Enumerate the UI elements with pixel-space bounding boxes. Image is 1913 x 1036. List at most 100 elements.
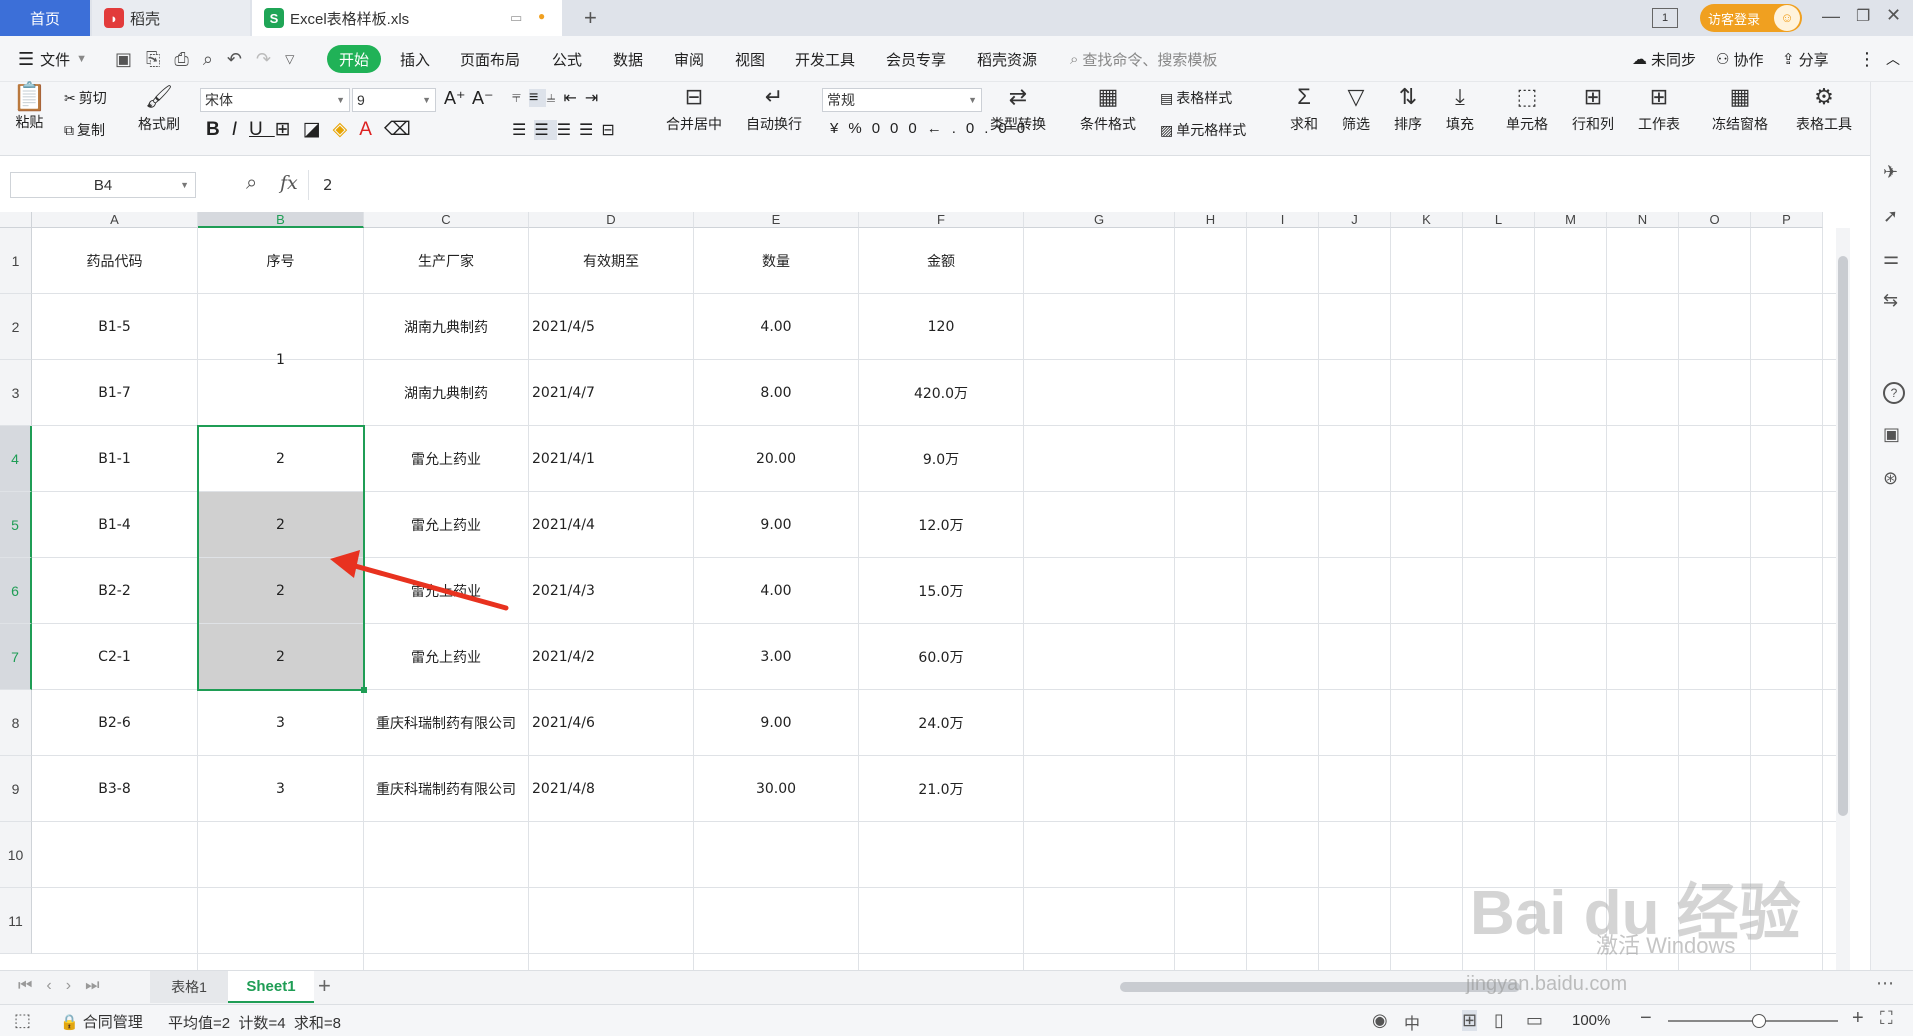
align-center-icon[interactable]: ☰ <box>534 120 557 140</box>
paste-button[interactable]: 📋 粘贴 <box>12 83 47 132</box>
zoom-in-icon[interactable]: + <box>1852 1007 1864 1030</box>
menu-item-insert[interactable]: 插入 <box>400 36 430 82</box>
align-bottom-icon[interactable]: ⫨ <box>546 89 563 107</box>
more-options-icon[interactable]: ⋮ <box>1858 36 1876 82</box>
menu-item-data[interactable]: 数据 <box>613 36 643 82</box>
cell-d6[interactable]: 2021/4/3 <box>529 558 694 624</box>
add-sheet-icon[interactable]: + <box>318 973 331 999</box>
guest-login-button[interactable]: 访客登录 ☺ <box>1700 4 1802 32</box>
cell-a6[interactable]: B2-2 <box>32 558 198 624</box>
row-header-5[interactable]: 5 <box>0 492 32 558</box>
percent-icon[interactable]: % <box>848 120 871 137</box>
formula-input[interactable]: 2 <box>308 170 1864 200</box>
table-style-button[interactable]: ▤ 表格样式 <box>1160 88 1232 108</box>
format-painter-button[interactable]: 🖌 格式刷 <box>138 86 180 134</box>
worksheet-button[interactable]: ⊞ 工作表 <box>1638 86 1680 134</box>
type-convert-button[interactable]: ⇄ 类型转换 <box>990 86 1046 134</box>
cell-b4[interactable]: 2 <box>198 426 364 492</box>
tab-document[interactable]: S Excel表格样板.xls ▭ ● <box>252 0 562 36</box>
indent-decrease-icon[interactable]: ⇤ <box>563 88 584 108</box>
sync-button[interactable]: ☁ 未同步 <box>1632 36 1696 82</box>
column-header-g[interactable]: G <box>1024 212 1175 228</box>
page-layout-view-icon[interactable]: ▯ <box>1494 1010 1504 1031</box>
function-icon[interactable]: fx <box>280 172 298 194</box>
horizontal-scrollbar[interactable] <box>1090 979 1830 995</box>
cell-d9[interactable]: 2021/4/8 <box>529 756 694 822</box>
cell-a2[interactable]: B1-5 <box>32 294 198 360</box>
cell-f8[interactable]: 24.0万 <box>859 690 1024 756</box>
zoom-formula-icon[interactable]: ⌕ <box>246 172 257 195</box>
zoom-out-icon[interactable]: − <box>1640 1007 1652 1030</box>
font-family-select[interactable]: 宋体 ▼ <box>200 88 350 112</box>
freeze-panes-button[interactable]: ▦ 冻结窗格 <box>1712 86 1768 134</box>
column-header-c[interactable]: C <box>364 212 529 228</box>
cell-e8[interactable]: 9.00 <box>694 690 859 756</box>
tab-daoke[interactable]: ◗ 稻壳 <box>92 0 250 36</box>
cell-a4[interactable]: B1-1 <box>32 426 198 492</box>
row-header-7[interactable]: 7 <box>0 624 32 690</box>
cell-fill-icon[interactable]: ◪ <box>303 118 333 141</box>
distributed-icon[interactable]: ⊟ <box>601 120 622 140</box>
row-header-11[interactable]: 11 <box>0 888 32 954</box>
cell-a9[interactable]: B3-8 <box>32 756 198 822</box>
align-left-icon[interactable]: ☰ <box>512 120 534 140</box>
menu-item-member[interactable]: 会员专享 <box>886 36 946 82</box>
column-header-i[interactable]: I <box>1247 212 1319 228</box>
name-box[interactable]: B4 ▼ <box>10 172 196 198</box>
menu-item-developer[interactable]: 开发工具 <box>795 36 855 82</box>
zoom-slider[interactable] <box>1668 1014 1838 1028</box>
column-header-h[interactable]: H <box>1175 212 1247 228</box>
fullscreen-icon[interactable]: ⛶ <box>1880 1008 1893 1029</box>
cell-f7[interactable]: 60.0万 <box>859 624 1024 690</box>
menu-item-page-layout[interactable]: 页面布局 <box>460 36 520 82</box>
last-sheet-icon[interactable]: ⏭ <box>85 977 113 994</box>
normal-view-icon[interactable]: ⊞ <box>1462 1010 1478 1031</box>
clear-format-icon[interactable]: ⌫ <box>384 118 423 141</box>
eye-protect-icon[interactable]: ◉ <box>1372 1010 1388 1031</box>
sheet-tab-table1[interactable]: 表格1 <box>150 971 228 1003</box>
highlight-icon[interactable]: ◈ <box>333 118 360 141</box>
tab-home[interactable]: 首页 <box>0 0 90 36</box>
cell-c9[interactable]: 重庆科瑞制药有限公司 <box>364 756 529 822</box>
align-top-icon[interactable]: ⫧ <box>512 89 529 107</box>
sort-button[interactable]: ⇅ 排序 <box>1394 86 1422 134</box>
justify-icon[interactable]: ☰ <box>579 120 601 140</box>
prev-sheet-icon[interactable]: ‹ <box>46 977 65 994</box>
cell-style-button[interactable]: ▨ 单元格样式 <box>1160 120 1246 140</box>
window-count-badge[interactable]: 1 <box>1652 8 1678 28</box>
underline-icon[interactable]: U <box>249 119 275 141</box>
cell-d8[interactable]: 2021/4/6 <box>529 690 694 756</box>
decimal-increase-icon[interactable]: ←.0 <box>927 120 985 137</box>
sheet-more-icon[interactable]: ⋯ <box>1876 973 1894 994</box>
page-break-view-icon[interactable]: ▭ <box>1526 1010 1543 1031</box>
sheet-tab-sheet1[interactable]: Sheet1 <box>228 971 314 1003</box>
font-size-select[interactable]: 9 ▼ <box>352 88 436 112</box>
cell-f9[interactable]: 21.0万 <box>859 756 1024 822</box>
row-header-6[interactable]: 6 <box>0 558 32 624</box>
macro-icon[interactable]: ⬚ <box>14 1010 31 1031</box>
cell-c1[interactable]: 生产厂家 <box>364 228 529 294</box>
thousands-icon[interactable]: 000 <box>872 120 927 137</box>
currency-icon[interactable]: ¥ <box>830 120 848 137</box>
undo-icon[interactable]: ↶ <box>227 49 256 70</box>
new-tab-button[interactable]: + <box>572 0 597 36</box>
help-icon[interactable]: ? <box>1883 382 1905 404</box>
row-header-10[interactable]: 10 <box>0 822 32 888</box>
cell-f6[interactable]: 15.0万 <box>859 558 1024 624</box>
row-header-9[interactable]: 9 <box>0 756 32 822</box>
next-sheet-icon[interactable]: › <box>66 977 85 994</box>
share-button[interactable]: ⇪ 分享 <box>1782 36 1829 82</box>
minimize-icon[interactable]: — <box>1822 6 1840 27</box>
cell-b9[interactable]: 3 <box>198 756 364 822</box>
border-icon[interactable]: ⊞ <box>275 118 303 141</box>
cell-a8[interactable]: B2-6 <box>32 690 198 756</box>
align-middle-icon[interactable]: ≡ <box>529 89 547 107</box>
menu-item-view[interactable]: 视图 <box>735 36 765 82</box>
cell-f2[interactable]: 120 <box>859 294 1024 360</box>
horizontal-scroll-thumb[interactable] <box>1120 982 1520 992</box>
column-header-l[interactable]: L <box>1463 212 1535 228</box>
column-header-b[interactable]: B <box>198 212 364 228</box>
column-header-o[interactable]: O <box>1679 212 1751 228</box>
close-icon[interactable]: ✕ <box>1886 5 1901 26</box>
menu-item-review[interactable]: 审阅 <box>674 36 704 82</box>
